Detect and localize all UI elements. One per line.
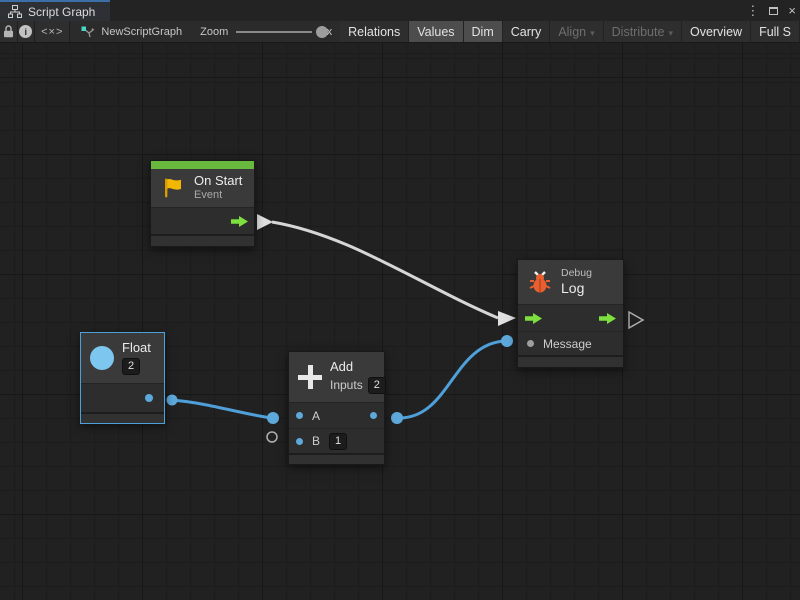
carry-button[interactable]: Carry: [503, 21, 551, 42]
chevron-down-icon: [590, 25, 595, 39]
dim-button[interactable]: Dim: [464, 21, 503, 42]
add-plus-icon: [298, 365, 322, 389]
message-port-label: Message: [543, 337, 592, 351]
zoom-label: Zoom: [200, 26, 228, 38]
message-input-port[interactable]: [527, 340, 534, 347]
node-title: On Start: [194, 174, 242, 189]
node-footer: [518, 355, 623, 367]
flag-icon: [160, 175, 186, 201]
add-output-port[interactable]: [370, 412, 377, 419]
close-icon[interactable]: ×: [788, 4, 796, 17]
node-subtitle: Event: [194, 189, 242, 202]
node-title: Log: [561, 280, 592, 297]
graph-canvas[interactable]: [0, 43, 800, 600]
float-output-port[interactable]: [145, 394, 153, 402]
float-value-icon: [90, 346, 114, 370]
align-dropdown[interactable]: Align: [550, 21, 603, 42]
inspect-button[interactable]: [18, 21, 36, 42]
on-start-ports-row: [151, 207, 254, 234]
window-menu-icon[interactable]: ⋮: [746, 4, 759, 17]
add-inputs-count-field[interactable]: 2: [368, 377, 386, 394]
flow-input-port[interactable]: [525, 313, 542, 324]
tab-strip: Script Graph ⋮ ×: [0, 0, 800, 21]
zoom-slider-handle[interactable]: [316, 26, 328, 38]
add-port-b-label: B: [312, 434, 320, 448]
node-title: Float: [122, 341, 151, 356]
add-b-value-field[interactable]: 1: [329, 433, 347, 450]
overview-button[interactable]: Overview: [682, 21, 751, 42]
float-ports-row: [81, 383, 164, 412]
graph-icon: [8, 5, 22, 18]
chevron-down-icon: [668, 25, 673, 39]
graph-toolbar: <×> NewScriptGraph Zoom 1x Relations Val…: [0, 21, 800, 43]
add-input-a-port[interactable]: [296, 412, 303, 419]
flow-output-port[interactable]: [599, 313, 616, 324]
node-add-header[interactable]: Add Inputs 2: [289, 352, 384, 402]
add-input-b-port[interactable]: [296, 438, 303, 445]
lock-button[interactable]: [0, 21, 18, 42]
node-float[interactable]: Float 2: [80, 332, 165, 424]
values-button[interactable]: Values: [409, 21, 463, 42]
script-graph-window: Script Graph ⋮ × <×> NewScrip: [0, 0, 800, 600]
graph-name-group[interactable]: NewScriptGraph: [70, 21, 192, 42]
node-footer: [289, 453, 384, 464]
zoom-control: Zoom 1x: [192, 21, 340, 42]
node-on-start-header[interactable]: On Start Event: [151, 169, 254, 207]
log-flow-row: [518, 304, 623, 331]
node-debug-log[interactable]: Debug Log Message: [517, 259, 624, 368]
code-view-button[interactable]: <×>: [35, 21, 70, 42]
add-port-a-row: A: [289, 402, 384, 428]
node-kind: Debug: [561, 267, 592, 280]
node-title: Add: [330, 360, 386, 375]
node-debug-log-header[interactable]: Debug Log: [518, 260, 623, 304]
maximize-icon[interactable]: [769, 7, 778, 15]
distribute-dropdown[interactable]: Distribute: [604, 21, 682, 42]
zoom-slider[interactable]: [236, 25, 312, 39]
flow-output-port[interactable]: [231, 216, 248, 227]
lock-icon: [3, 25, 14, 38]
bug-icon: [527, 269, 553, 295]
script-graph-asset-icon: [80, 25, 95, 39]
node-on-start[interactable]: On Start Event: [150, 160, 255, 247]
add-port-a-label: A: [312, 409, 320, 423]
event-color-bar: [151, 161, 254, 169]
graph-name: NewScriptGraph: [101, 26, 182, 38]
relations-button[interactable]: Relations: [340, 21, 409, 42]
node-footer: [81, 412, 164, 423]
code-icon: <×>: [41, 26, 63, 38]
node-subtitle: Inputs: [330, 378, 363, 392]
fullscreen-button[interactable]: Full S: [751, 21, 800, 42]
float-value-field[interactable]: 2: [122, 358, 140, 375]
zoom-slider-track: [236, 31, 312, 33]
node-add[interactable]: Add Inputs 2 A B 1: [288, 351, 385, 465]
info-icon: [19, 25, 32, 38]
tab-script-graph[interactable]: Script Graph: [0, 0, 110, 21]
log-message-row: Message: [518, 331, 623, 355]
node-footer: [151, 234, 254, 246]
node-float-header[interactable]: Float 2: [81, 333, 164, 383]
tab-title: Script Graph: [28, 5, 95, 19]
add-port-b-row: B 1: [289, 428, 384, 453]
